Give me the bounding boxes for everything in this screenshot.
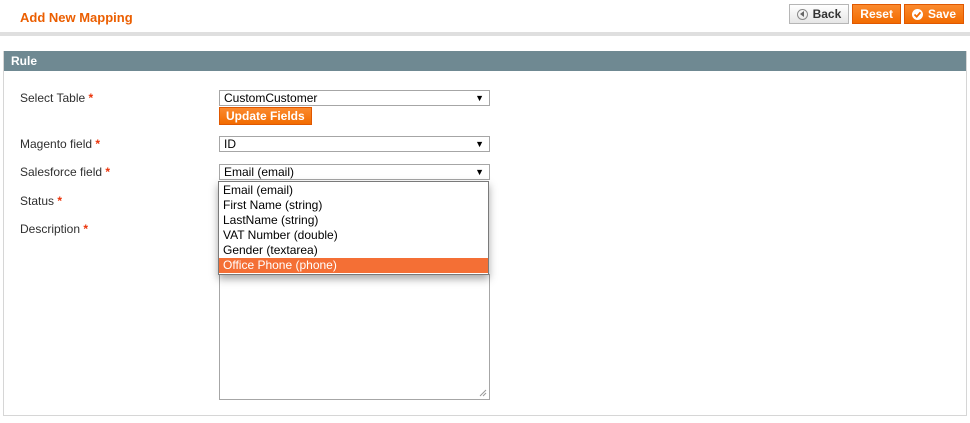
salesforce-field-label-text: Salesforce field <box>20 165 103 179</box>
page-title: Add New Mapping <box>20 10 133 25</box>
dropdown-option-highlighted[interactable]: Office Phone (phone) <box>219 258 488 273</box>
checkmark-icon <box>911 8 923 20</box>
select-table-label-text: Select Table <box>20 91 86 105</box>
magento-field-value: ID <box>224 137 236 151</box>
resize-grip-icon[interactable] <box>479 389 487 397</box>
dropdown-arrow-icon: ▼ <box>475 167 484 177</box>
required-mark: * <box>95 137 101 151</box>
reset-button-label: Reset <box>860 7 893 21</box>
magento-field-select[interactable]: ID ▼ <box>219 136 490 152</box>
magento-field-label: Magento field * <box>20 137 100 151</box>
dropdown-arrow-icon: ▼ <box>475 139 484 149</box>
description-label: Description * <box>20 222 88 236</box>
section-title: Rule <box>4 51 966 71</box>
dropdown-option[interactable]: Gender (textarea) <box>219 243 488 258</box>
dropdown-arrow-icon: ▼ <box>475 93 484 103</box>
required-mark: * <box>57 194 63 208</box>
magento-field-label-text: Magento field <box>20 137 93 151</box>
salesforce-field-value: Email (email) <box>224 165 295 179</box>
status-label-text: Status <box>20 194 55 208</box>
update-fields-button[interactable]: Update Fields <box>219 107 312 125</box>
select-table-dropdown[interactable]: CustomCustomer ▼ <box>219 90 490 106</box>
dropdown-option[interactable]: First Name (string) <box>219 198 488 213</box>
required-mark: * <box>88 91 94 105</box>
select-table-label: Select Table * <box>20 91 93 105</box>
save-button[interactable]: Save <box>903 4 964 24</box>
salesforce-field-select[interactable]: Email (email) ▼ <box>219 164 490 180</box>
salesforce-field-label: Salesforce field * <box>20 165 110 179</box>
back-button[interactable]: Back <box>788 4 850 24</box>
back-button-label: Back <box>812 7 842 21</box>
header-actions: Back Reset Save <box>788 4 964 24</box>
page-header: Add New Mapping Back Reset Save <box>0 0 970 36</box>
description-textarea[interactable] <box>219 274 490 400</box>
required-mark: * <box>83 222 89 236</box>
dropdown-option[interactable]: Email (email) <box>219 183 488 198</box>
select-table-value: CustomCustomer <box>224 91 318 105</box>
dropdown-option[interactable]: VAT Number (double) <box>219 228 488 243</box>
save-button-label: Save <box>927 7 956 21</box>
dropdown-option[interactable]: LastName (string) <box>219 213 488 228</box>
status-label: Status * <box>20 194 62 208</box>
reset-button[interactable]: Reset <box>852 4 901 24</box>
back-arrow-icon <box>796 8 808 20</box>
required-mark: * <box>105 165 111 179</box>
salesforce-field-options: Email (email) First Name (string) LastNa… <box>218 181 489 275</box>
description-label-text: Description <box>20 222 81 236</box>
